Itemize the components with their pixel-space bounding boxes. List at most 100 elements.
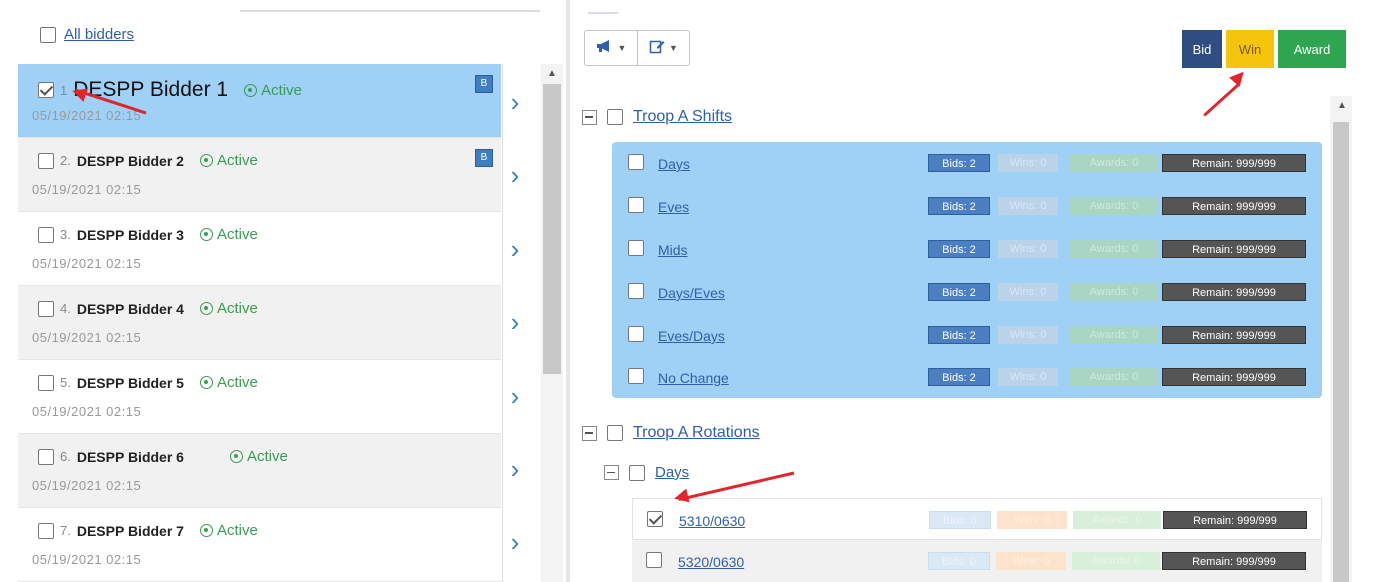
announce-dropdown[interactable]: ▼ <box>585 31 637 65</box>
bidder-checkbox[interactable] <box>38 82 54 98</box>
shift-checkbox[interactable] <box>628 326 644 342</box>
bidder-status: Active <box>244 82 302 99</box>
app-root: All bidders 1 DESPP Bidder 1 Active 05/1… <box>0 0 1376 582</box>
shift-checkbox[interactable] <box>628 197 644 213</box>
chevron-right-icon[interactable]: › <box>504 522 526 562</box>
chevron-right-icon[interactable]: › <box>504 302 526 342</box>
shift-checkbox[interactable] <box>628 368 644 384</box>
bidder-status-text: Active <box>216 374 258 391</box>
bidder-checkbox[interactable] <box>38 226 54 243</box>
scrollbar-thumb[interactable] <box>1333 122 1349 582</box>
bids-badge: Bids: 2 <box>928 368 990 386</box>
group-checkbox[interactable] <box>607 425 623 441</box>
all-bidders-link[interactable]: All bidders <box>64 26 134 43</box>
bidder-status: Active <box>199 152 258 169</box>
award-button[interactable]: Award <box>1278 30 1346 68</box>
edit-dropdown[interactable]: ▼ <box>637 31 689 65</box>
bidder-checkbox[interactable] <box>38 152 54 169</box>
tree-group: Troop A Rotations <box>582 424 760 442</box>
shift-link[interactable]: No Change <box>658 370 729 386</box>
remain-badge: Remain: 999/999 <box>1163 511 1307 529</box>
rotation-link[interactable]: 5320/0630 <box>678 554 744 570</box>
bidder-checkbox[interactable] <box>38 374 54 391</box>
shift-checkbox[interactable] <box>628 154 644 170</box>
status-icon <box>199 154 213 167</box>
bidder-checkbox[interactable] <box>38 300 54 317</box>
bidder-status-text: Active <box>216 522 258 539</box>
all-bidders-toggle[interactable]: All bidders <box>40 26 134 43</box>
bidder-row[interactable]: 2. DESPP Bidder 2 Active 05/19/2021 02:1… <box>18 138 501 212</box>
bidder-status: Active <box>199 522 258 539</box>
group-label[interactable]: Troop A Rotations <box>633 424 760 442</box>
rotation-row[interactable]: 5320/0630 Bids: 0 Wins: 0 Awards: 0 Rema… <box>632 540 1322 582</box>
rotation-checkbox[interactable] <box>646 552 662 568</box>
status-icon <box>199 376 213 389</box>
chevron-right-icon[interactable]: › <box>504 449 526 489</box>
collapse-icon[interactable] <box>604 465 619 480</box>
group-checkbox[interactable] <box>607 109 623 125</box>
bidder-number: 4. <box>60 301 71 316</box>
bidder-checkbox[interactable] <box>38 448 54 465</box>
shift-checkbox[interactable] <box>628 240 644 256</box>
shift-row[interactable]: Days/Eves Bids: 2 Wins: 0 Awards: 0 Rema… <box>612 271 1322 314</box>
rotation-link[interactable]: 5310/0630 <box>679 513 745 529</box>
shift-checkbox[interactable] <box>628 283 644 299</box>
bidder-row[interactable]: 3. DESPP Bidder 3 Active 05/19/2021 02:1… <box>18 212 501 286</box>
shift-link[interactable]: Days <box>658 156 690 172</box>
all-bidders-checkbox[interactable] <box>40 26 56 43</box>
shift-row[interactable]: Eves Bids: 2 Wins: 0 Awards: 0 Remain: 9… <box>612 185 1322 228</box>
wins-badge: Wins: 0 <box>998 154 1058 172</box>
bidder-date: 05/19/2021 02:15 <box>32 478 142 493</box>
scroll-up-icon[interactable]: ▲ <box>547 68 557 79</box>
bids-badge: Bids: 2 <box>928 197 990 215</box>
awards-badge: Awards: 0 <box>1070 154 1158 172</box>
status-icon <box>199 228 213 241</box>
bid-button[interactable]: Bid <box>1182 30 1222 68</box>
shift-row[interactable]: Mids Bids: 2 Wins: 0 Awards: 0 Remain: 9… <box>612 228 1322 271</box>
rotation-checkbox[interactable] <box>647 511 663 527</box>
chevron-right-icon[interactable]: › <box>504 229 526 269</box>
right-scrollbar[interactable]: ▲ <box>1330 96 1352 582</box>
chevron-right-icon[interactable]: › <box>504 155 526 195</box>
bidder-row[interactable]: 4. DESPP Bidder 4 Active 05/19/2021 02:1… <box>18 286 501 360</box>
bidder-checkbox[interactable] <box>38 522 54 539</box>
shift-link[interactable]: Days/Eves <box>658 285 725 301</box>
collapse-icon[interactable] <box>582 425 597 441</box>
shift-link[interactable]: Eves/Days <box>658 328 725 344</box>
bidder-row-header: 7. DESPP Bidder 7 Active <box>38 522 258 539</box>
bidder-date: 05/19/2021 02:15 <box>32 552 142 567</box>
shift-row[interactable]: Days Bids: 2 Wins: 0 Awards: 0 Remain: 9… <box>612 142 1322 185</box>
bidder-row[interactable]: 6. DESPP Bidder 6 Active 05/19/2021 02:1… <box>18 434 501 508</box>
chevron-right-icon[interactable]: › <box>504 82 526 122</box>
list-divider <box>502 64 503 582</box>
bidder-status: Active <box>199 300 258 317</box>
bidder-name: DESPP Bidder 5 <box>76 374 184 391</box>
remain-badge: Remain: 999/999 <box>1162 154 1306 172</box>
bidder-status: Active <box>229 448 288 465</box>
scrollbar-thumb[interactable] <box>543 84 561 374</box>
bidder-row[interactable]: 7. DESPP Bidder 7 Active 05/19/2021 02:1… <box>18 508 501 582</box>
scroll-up-icon[interactable]: ▲ <box>1337 100 1347 111</box>
shift-row[interactable]: Eves/Days Bids: 2 Wins: 0 Awards: 0 Rema… <box>612 314 1322 357</box>
bidder-row-header: 5. DESPP Bidder 5 Active <box>38 374 258 391</box>
group-label[interactable]: Troop A Shifts <box>633 108 732 126</box>
collapse-icon[interactable] <box>582 109 597 125</box>
rotation-row[interactable]: 5310/0630 Bids: 0 Wins: 0 Awards: 0 Rema… <box>632 498 1322 540</box>
chevron-right-icon[interactable]: › <box>504 376 526 416</box>
subgroup-label[interactable]: Days <box>655 464 689 481</box>
bidder-row[interactable]: 5. DESPP Bidder 5 Active 05/19/2021 02:1… <box>18 360 501 434</box>
wins-badge: Wins: 0 <box>997 511 1067 529</box>
remain-badge: Remain: 999/999 <box>1162 240 1306 258</box>
panel-top-strip <box>240 0 540 12</box>
win-button[interactable]: Win <box>1226 30 1274 68</box>
shift-row[interactable]: No Change Bids: 2 Wins: 0 Awards: 0 Rema… <box>612 356 1322 399</box>
bids-badge: Bids: 2 <box>928 283 990 301</box>
shift-link[interactable]: Eves <box>658 199 689 215</box>
shift-link[interactable]: Mids <box>658 242 688 258</box>
bidder-row[interactable]: 1 DESPP Bidder 1 Active 05/19/2021 02:15… <box>18 64 501 138</box>
subgroup-checkbox[interactable] <box>629 464 645 481</box>
caret-down-icon: ▼ <box>669 43 678 53</box>
bids-badge: Bids: 0 <box>929 511 991 529</box>
bidder-name: DESPP Bidder 2 <box>76 152 184 169</box>
left-scrollbar[interactable]: ▲ <box>541 64 563 582</box>
